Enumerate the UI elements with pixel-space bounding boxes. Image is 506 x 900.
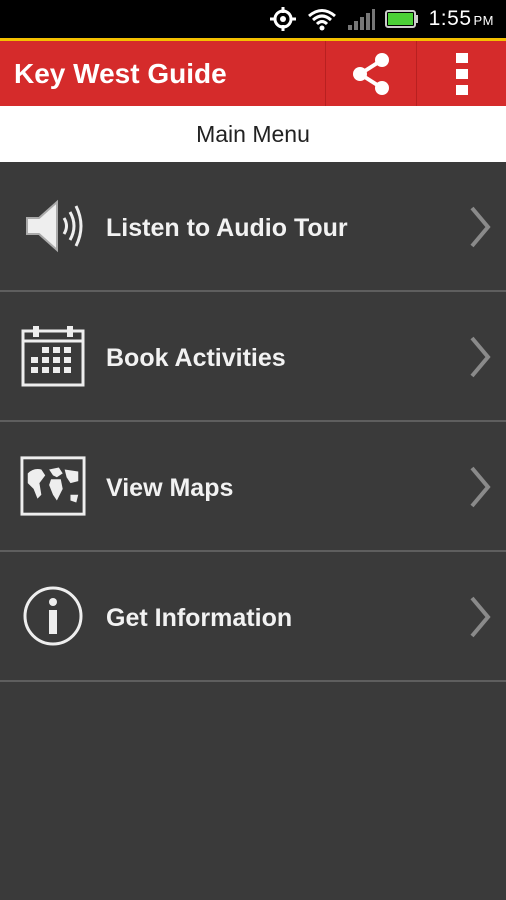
menu-item-label: Get Information bbox=[106, 604, 293, 632]
wifi-icon bbox=[307, 7, 337, 31]
menu-item-label: Book Activities bbox=[106, 344, 286, 372]
info-icon bbox=[20, 583, 86, 649]
overflow-menu-button[interactable] bbox=[416, 41, 506, 106]
menu-item-label: View Maps bbox=[106, 474, 234, 502]
chevron-right-icon bbox=[470, 336, 491, 378]
page-subheader: Main Menu bbox=[0, 106, 506, 162]
menu-item-get-information[interactable]: Get Information bbox=[0, 552, 506, 682]
signal-icon bbox=[347, 7, 375, 31]
menu-item-audio-tour[interactable]: Listen to Audio Tour bbox=[0, 162, 506, 292]
clock-time: 1:55 bbox=[428, 7, 472, 30]
speaker-icon bbox=[20, 193, 86, 259]
share-button[interactable] bbox=[325, 41, 416, 106]
calendar-icon bbox=[20, 323, 86, 389]
status-icons: 1:55 PM bbox=[269, 0, 494, 38]
status-bar: 1:55 PM bbox=[0, 0, 506, 38]
main-menu: Listen to Audio Tour Book Activities Vie… bbox=[0, 162, 506, 682]
chevron-right-icon bbox=[470, 466, 491, 508]
chevron-right-icon bbox=[470, 596, 491, 638]
app-bar: Key West Guide bbox=[0, 38, 506, 106]
battery-icon bbox=[384, 10, 419, 28]
menu-item-view-maps[interactable]: View Maps bbox=[0, 422, 506, 552]
page-title: Main Menu bbox=[196, 121, 310, 147]
share-icon bbox=[353, 52, 389, 95]
menu-item-book-activities[interactable]: Book Activities bbox=[0, 292, 506, 422]
map-icon bbox=[20, 453, 86, 519]
menu-item-label: Listen to Audio Tour bbox=[106, 214, 348, 242]
chevron-right-icon bbox=[470, 206, 491, 248]
clock-ampm: PM bbox=[473, 13, 494, 28]
overflow-menu-icon bbox=[456, 52, 468, 95]
gps-icon bbox=[269, 6, 297, 32]
app-title: Key West Guide bbox=[14, 58, 227, 89]
clock: 1:55 PM bbox=[429, 7, 494, 31]
